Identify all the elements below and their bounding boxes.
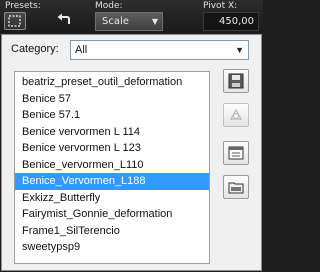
list-item[interactable]: Benice_Vervormen_L188: [15, 173, 209, 190]
list-item[interactable]: Benice 57: [15, 91, 209, 108]
open-folder-icon: [228, 182, 244, 194]
list-item[interactable]: Frame1_SilTerencio: [15, 223, 209, 240]
list-item[interactable]: Benice_vervormen_L110: [15, 157, 209, 174]
list-item[interactable]: Exkizz_Butterfly: [15, 190, 209, 207]
toolbar: Presets: Mode: Pivot X: Scale ▼ 450,00: [0, 0, 263, 33]
list-item[interactable]: beatriz_preset_outil_deformation: [15, 74, 209, 91]
preset-options-icon: [228, 146, 244, 160]
presets-popup: Category: All ▼ beatriz_preset_outil_def…: [1, 34, 262, 271]
delete-preset-icon: [229, 108, 243, 120]
open-folder-button[interactable]: [223, 175, 249, 199]
preset-options-button[interactable]: [223, 141, 249, 165]
list-item[interactable]: Benice vervormen L 123: [15, 140, 209, 157]
list-item[interactable]: sweetypsp9: [15, 239, 209, 256]
chevron-down-icon: ▼: [151, 17, 158, 26]
list-item[interactable]: Benice vervormen L 114: [15, 124, 209, 141]
presets-grid-icon: [8, 15, 21, 27]
reset-arrow-icon: [57, 13, 70, 24]
pivot-x-label: Pivot X:: [203, 1, 238, 11]
presets-label: Presets:: [5, 1, 41, 11]
mode-select[interactable]: Scale ▼: [95, 12, 163, 31]
mode-label: Mode:: [95, 1, 123, 11]
save-preset-button[interactable]: [223, 69, 249, 93]
category-select[interactable]: All ▼: [70, 40, 249, 60]
presets-list[interactable]: beatriz_preset_outil_deformation Benice …: [14, 71, 210, 264]
pivot-x-field[interactable]: 450,00: [203, 12, 259, 31]
category-value: All: [75, 44, 88, 56]
delete-preset-button: [223, 103, 249, 127]
category-label: Category:: [11, 43, 59, 55]
chevron-down-icon: ▼: [235, 45, 244, 55]
list-item[interactable]: Fairymist_Gonnie_deformation: [15, 206, 209, 223]
list-item[interactable]: Benice 57.1: [15, 107, 209, 124]
reset-button[interactable]: [53, 12, 75, 30]
mode-value: Scale: [102, 16, 129, 27]
presets-button[interactable]: [4, 12, 26, 30]
save-preset-icon: [228, 73, 244, 89]
